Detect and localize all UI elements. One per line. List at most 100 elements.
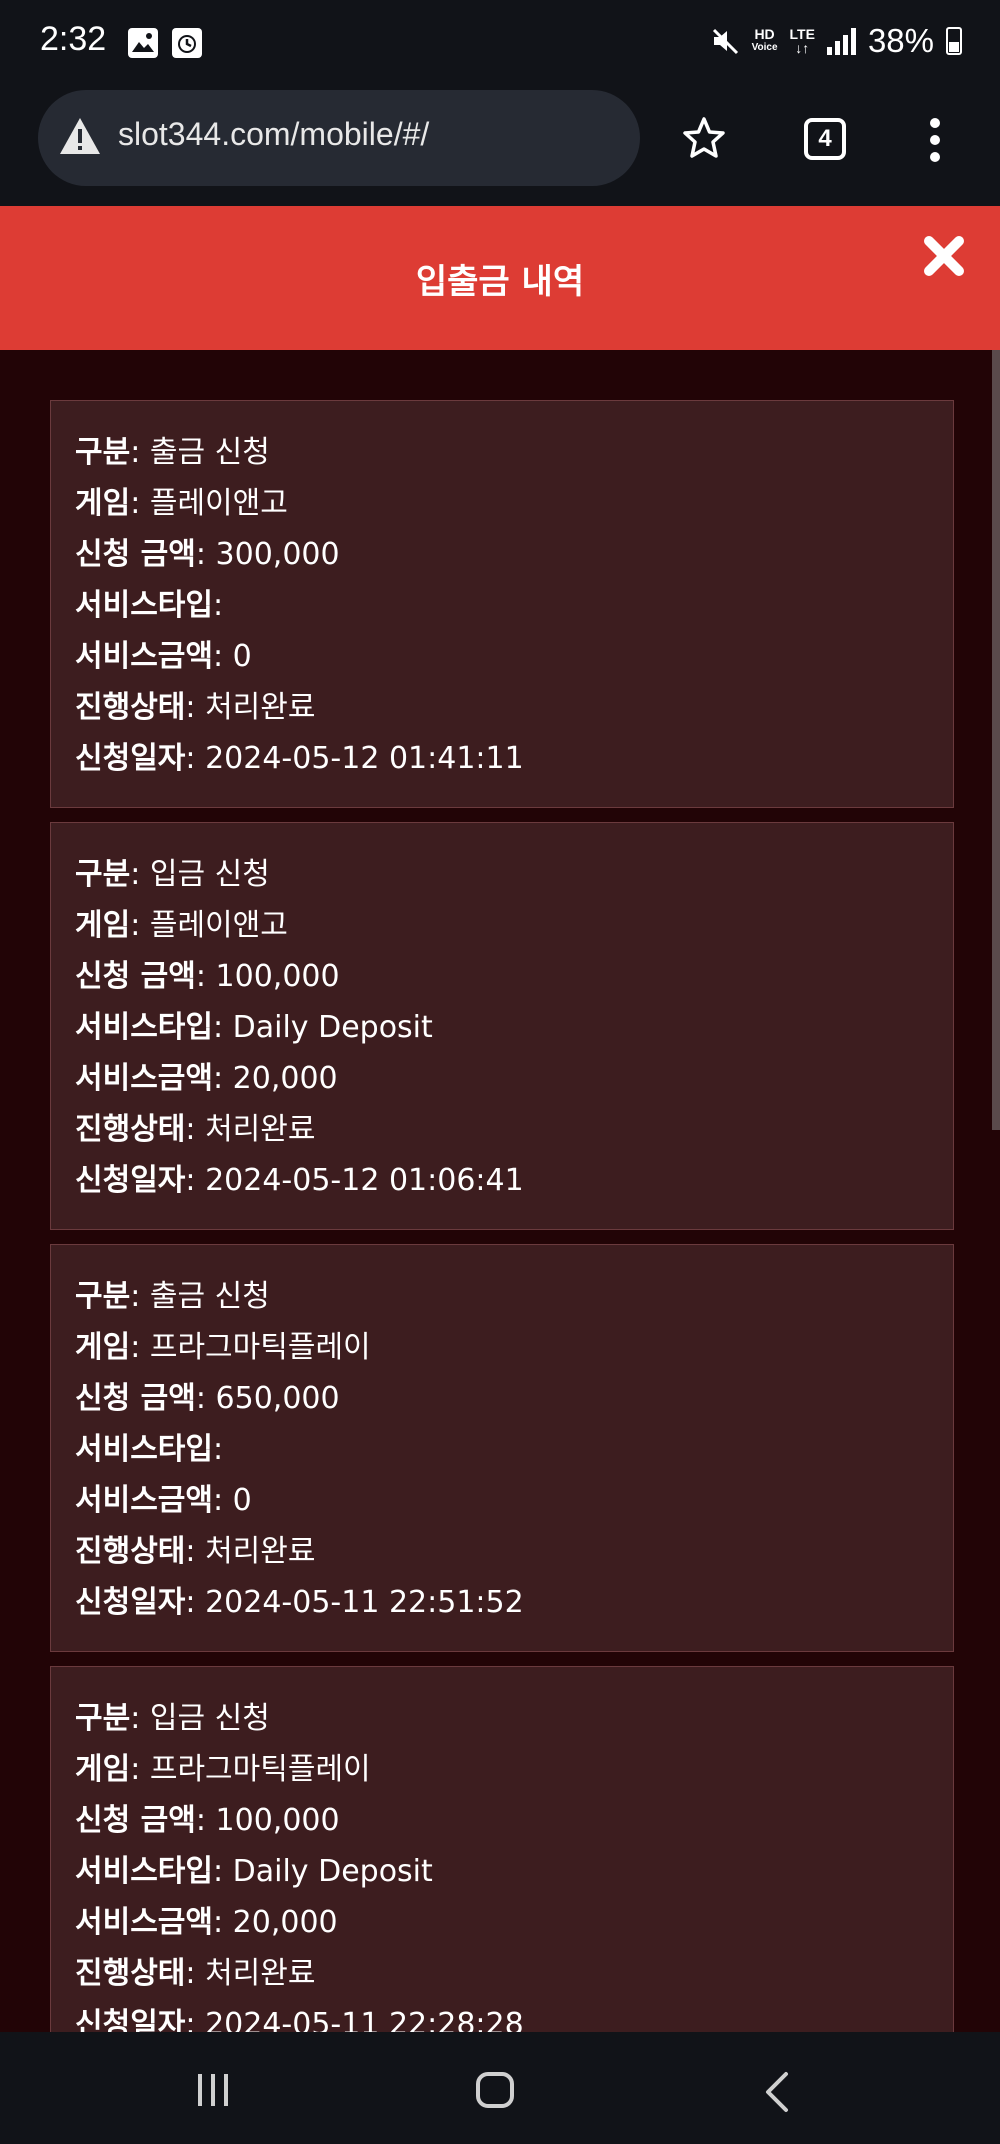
- back-icon[interactable]: [758, 2070, 798, 2114]
- system-icons: HD Voice LTE ↓↑ 38%: [710, 22, 962, 60]
- date-row: 신청일자: 2024-05-12 01:06:41: [75, 1163, 524, 1198]
- service-amount-label: 서비스금액: [75, 639, 213, 674]
- transaction-list: 구분: 출금 신청 게임: 플레이앤고 신청 금액: 300,000 서비스타입…: [50, 400, 954, 2032]
- date-label: 신청일자: [75, 1163, 186, 1198]
- service-type-label: 서비스타입: [75, 1010, 213, 1045]
- game-label: 게임: [75, 486, 131, 521]
- alarm-icon: [172, 28, 202, 58]
- warning-icon[interactable]: [58, 116, 102, 156]
- game-label: 게임: [75, 1330, 131, 1365]
- status-row: 진행상태: 처리완료: [75, 690, 316, 725]
- status-bar: 2:32 HD Voice LTE ↓↑ 38%: [0, 0, 1000, 84]
- service-type-label: 서비스타입: [75, 588, 213, 623]
- date-value: 2024-05-12 01:06:41: [205, 1163, 524, 1198]
- date-row: 신청일자: 2024-05-11 22:28:28: [75, 1999, 953, 2032]
- amount-label: 신청 금액: [75, 959, 196, 994]
- web-page: 입출금 내역 구분: 출금 신청 게임: 플레이앤고 신청 금액: 300,00…: [0, 206, 1000, 2032]
- game-value: 플레이앤고: [149, 908, 288, 943]
- type-value: 입금 신청: [149, 857, 270, 892]
- type-label: 구분: [75, 1279, 131, 1314]
- transaction-card: 구분: 입금 신청 게임: 플레이앤고 신청 금액: 100,000 서비스타입…: [50, 822, 954, 1230]
- game-row: 게임: 플레이앤고: [75, 486, 288, 521]
- date-label: 신청일자: [75, 1585, 186, 1620]
- amount-label: 신청 금액: [75, 1381, 196, 1416]
- star-icon[interactable]: [682, 116, 726, 160]
- amount-value: 100,000: [215, 959, 340, 994]
- signal-icon: [826, 27, 856, 55]
- game-row: 게임: 프라그마틱플레이: [75, 1752, 371, 1787]
- service-amount-label: 서비스금액: [75, 1905, 213, 1940]
- service-amount-row: 서비스금액: 20,000: [75, 1905, 338, 1940]
- amount-value: 300,000: [215, 537, 340, 572]
- status-row: 진행상태: 처리완료: [75, 1534, 316, 1569]
- type-row: 구분: 출금 신청: [75, 435, 270, 470]
- type-label: 구분: [75, 857, 131, 892]
- gallery-icon: [128, 28, 158, 58]
- more-vert-icon[interactable]: [930, 118, 940, 162]
- amount-row: 신청 금액: 100,000: [75, 1803, 340, 1838]
- service-type-value: Daily Deposit: [232, 1010, 433, 1045]
- service-type-row: 서비스타입: Daily Deposit: [75, 1010, 433, 1045]
- service-amount-label: 서비스금액: [75, 1061, 213, 1096]
- service-amount-row: 서비스금액: 0: [75, 1483, 252, 1518]
- date-value: 2024-05-11 22:28:28: [205, 2007, 524, 2032]
- status-label: 진행상태: [75, 690, 186, 725]
- type-label: 구분: [75, 435, 131, 470]
- type-row: 구분: 출금 신청: [75, 1279, 270, 1314]
- game-label: 게임: [75, 908, 131, 943]
- service-type-row: 서비스타입:: [75, 1432, 224, 1467]
- amount-row: 신청 금액: 300,000: [75, 537, 340, 572]
- game-row: 게임: 플레이앤고: [75, 908, 288, 943]
- type-row: 구분: 입금 신청: [75, 1701, 270, 1736]
- amount-value: 100,000: [215, 1803, 340, 1838]
- status-row: 진행상태: 처리완료: [75, 1112, 316, 1147]
- status-label: 진행상태: [75, 1534, 186, 1569]
- status-value: 처리완료: [205, 690, 316, 725]
- date-value: 2024-05-11 22:51:52: [205, 1585, 524, 1620]
- date-value: 2024-05-12 01:41:11: [205, 741, 524, 776]
- close-icon[interactable]: [920, 232, 968, 280]
- status-value: 처리완료: [205, 1534, 316, 1569]
- scrollbar[interactable]: [992, 350, 1000, 1130]
- battery-percent: 38%: [867, 22, 934, 59]
- service-amount-value: 20,000: [232, 1061, 338, 1096]
- browser-toolbar: slot344.com/mobile/#/ 4: [0, 84, 1000, 206]
- service-amount-row: 서비스금액: 0: [75, 639, 252, 674]
- tab-switcher-button[interactable]: 4: [804, 118, 846, 160]
- amount-value: 650,000: [215, 1381, 340, 1416]
- battery-icon: [946, 27, 962, 55]
- date-label: 신청일자: [75, 741, 186, 776]
- game-row: 게임: 프라그마틱플레이: [75, 1330, 371, 1365]
- service-type-label: 서비스타입: [75, 1854, 213, 1889]
- type-value: 출금 신청: [149, 1279, 270, 1314]
- service-amount-label: 서비스금액: [75, 1483, 213, 1518]
- url-text[interactable]: slot344.com/mobile/#/: [118, 116, 429, 153]
- mute-icon: [712, 28, 738, 55]
- service-amount-value: 0: [232, 1483, 252, 1518]
- date-row: 신청일자: 2024-05-12 01:41:11: [75, 741, 524, 776]
- home-icon[interactable]: [476, 2072, 514, 2108]
- service-type-value: Daily Deposit: [232, 1854, 433, 1889]
- recent-apps-icon[interactable]: [198, 2074, 228, 2106]
- system-nav-bar: [0, 2032, 1000, 2144]
- service-type-row: 서비스타입:: [75, 588, 224, 623]
- status-value: 처리완료: [205, 1112, 316, 1147]
- lte-indicator: LTE ↓↑: [789, 26, 815, 56]
- service-amount-row: 서비스금액: 20,000: [75, 1061, 338, 1096]
- status-label: 진행상태: [75, 1956, 186, 1991]
- modal-title: 입출금 내역: [415, 262, 585, 302]
- modal-header: 입출금 내역: [0, 206, 1000, 350]
- transaction-card: 구분: 출금 신청 게임: 프라그마틱플레이 신청 금액: 650,000 서비…: [50, 1244, 954, 1652]
- transaction-card: 구분: 출금 신청 게임: 플레이앤고 신청 금액: 300,000 서비스타입…: [50, 400, 954, 808]
- service-type-label: 서비스타입: [75, 1432, 213, 1467]
- transaction-card: 구분: 입금 신청 게임: 프라그마틱플레이 신청 금액: 100,000 서비…: [50, 1666, 954, 2032]
- hd-voice-indicator: HD Voice: [752, 27, 778, 55]
- status-time: 2:32: [40, 20, 107, 58]
- type-label: 구분: [75, 1701, 131, 1736]
- status-row: 진행상태: 처리완료: [75, 1956, 316, 1991]
- amount-row: 신청 금액: 650,000: [75, 1381, 340, 1416]
- notification-icons: [128, 28, 202, 58]
- url-field[interactable]: slot344.com/mobile/#/: [38, 90, 640, 186]
- type-value: 출금 신청: [149, 435, 270, 470]
- status-label: 진행상태: [75, 1112, 186, 1147]
